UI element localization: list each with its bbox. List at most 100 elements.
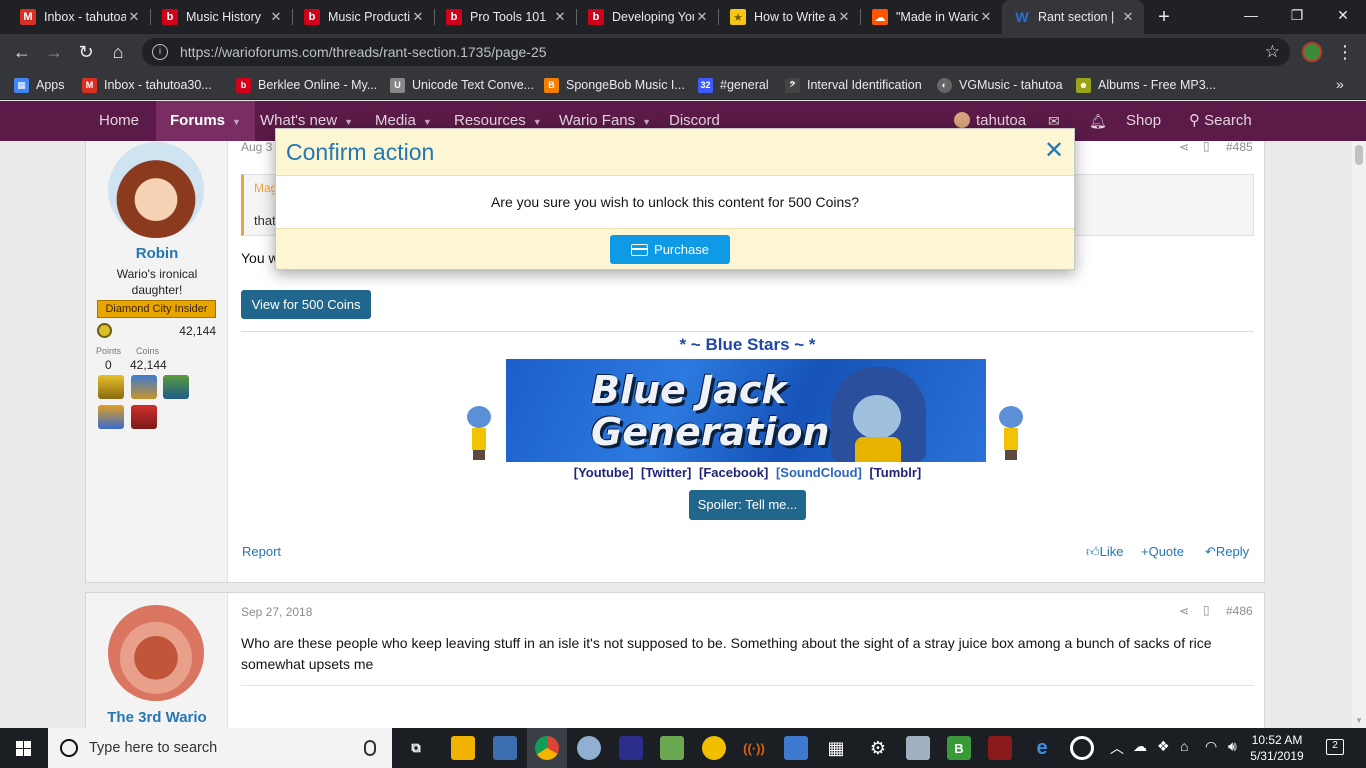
tray-chevron-up-icon[interactable]: ︿ [1110, 738, 1124, 758]
tab-close-icon[interactable]: ✕ [268, 9, 284, 25]
browser-tab-bar: M Inbox - tahutoa ✕ b Music History ✕ b … [0, 0, 1366, 34]
gmail-icon: M [82, 77, 97, 93]
paint-icon[interactable] [577, 736, 601, 760]
bass-clef-icon: 𝄢 [785, 77, 800, 93]
soundcloud-icon: ☁ [872, 9, 888, 25]
dropbox-icon[interactable]: ❖ [1157, 738, 1170, 755]
chrome-icon[interactable] [535, 736, 559, 760]
berklee-icon: b [588, 9, 604, 25]
tab-how-to-write[interactable]: ★ How to Write a ✕ [718, 0, 860, 34]
address-bar[interactable]: i https://warioforums.com/threads/rant-s… [142, 38, 1290, 66]
albums-icon: ☻ [1076, 77, 1091, 93]
berklee-icon: b [446, 9, 462, 25]
system-clock[interactable]: 10:52 AM 5/31/2019 [1245, 732, 1309, 764]
tab-made-in-wario[interactable]: ☁ "Made in Wario" ✕ [860, 0, 1002, 34]
notification-center-icon[interactable]: 2 [1326, 739, 1344, 755]
video-app-icon[interactable] [988, 736, 1012, 760]
reload-icon[interactable]: ↻ [74, 40, 98, 64]
purchase-button[interactable]: Purchase [610, 235, 730, 264]
evernote-icon[interactable] [660, 736, 684, 760]
photos-app-icon[interactable] [493, 736, 517, 760]
minimize-button[interactable]: — [1228, 0, 1274, 30]
tab-close-icon[interactable]: ✕ [978, 9, 994, 25]
browser-toolbar: ← → ↻ ⌂ i https://warioforums.com/thread… [0, 34, 1366, 70]
microphone-icon[interactable] [364, 740, 376, 756]
tab-music-history[interactable]: b Music History ✕ [150, 0, 292, 34]
tab-developing[interactable]: b Developing Your ✕ [576, 0, 718, 34]
url-text[interactable]: https://warioforums.com/threads/rant-sec… [180, 44, 1265, 60]
windows-taskbar: Type here to search ⧉ ((·)) ▦ ⚙ B e ︿ ☁ … [0, 728, 1366, 768]
confirm-action-dialog: Confirm action ✕ Are you sure you wish t… [275, 128, 1075, 270]
app-icon[interactable] [906, 736, 930, 760]
taskbar-search-box[interactable]: Type here to search [48, 728, 392, 768]
edge-icon[interactable]: e [1030, 736, 1054, 760]
close-window-button[interactable]: ✕ [1320, 0, 1366, 30]
windows-start-button[interactable] [0, 728, 48, 768]
site-info-icon[interactable]: i [152, 44, 168, 60]
apps-grid-icon: ▦ [14, 77, 29, 93]
tab-inbox[interactable]: M Inbox - tahutoa ✕ [8, 0, 150, 34]
berklee-icon: b [162, 9, 178, 25]
file-explorer-icon[interactable] [451, 736, 475, 760]
bookmark-apps[interactable]: ▦ Apps [14, 76, 65, 94]
bookmark-vgmusic[interactable]: ◐ VGMusic - tahutoa [937, 76, 1063, 94]
bookmark-berklee[interactable]: b Berklee Online - My... [236, 76, 377, 94]
tab-music-production[interactable]: b Music Production ✕ [292, 0, 434, 34]
app-icon[interactable] [1070, 736, 1094, 760]
tab-close-icon[interactable]: ✕ [694, 9, 710, 25]
app-icon[interactable] [702, 736, 726, 760]
close-icon[interactable]: ✕ [1044, 139, 1064, 163]
audio-app-icon[interactable]: ((·)) [742, 736, 766, 760]
berklee-icon: b [236, 77, 251, 93]
profile-avatar-icon[interactable] [1302, 42, 1322, 62]
tab-close-icon[interactable]: ✕ [126, 9, 142, 25]
app-icon[interactable] [619, 736, 643, 760]
tab-rant-section[interactable]: W Rant section | ✕ [1002, 0, 1144, 34]
dialog-title: Confirm action [286, 139, 435, 165]
dialog-footer: Purchase [276, 228, 1074, 269]
dialog-message: Are you sure you wish to unlock this con… [490, 194, 860, 210]
blogger-icon: B [544, 77, 559, 93]
bookmark-interval[interactable]: 𝄢 Interval Identification [785, 76, 922, 94]
new-tab-button[interactable]: + [1152, 5, 1176, 29]
search-placeholder: Type here to search [89, 740, 218, 756]
forward-arrow-icon[interactable]: → [42, 40, 66, 64]
tab-close-icon[interactable]: ✕ [552, 9, 568, 25]
tab-close-icon[interactable]: ✕ [1120, 9, 1136, 25]
calculator-icon[interactable]: ▦ [824, 736, 848, 760]
home-icon[interactable]: ⌂ [106, 40, 130, 64]
maximize-button[interactable]: ❐ [1274, 0, 1320, 30]
bookmark-spongebob[interactable]: B SpongeBob Music I... [544, 76, 685, 94]
cortana-icon [60, 739, 78, 757]
clock-date: 5/31/2019 [1250, 749, 1304, 763]
credit-card-icon [631, 243, 649, 256]
berklee-icon: b [304, 9, 320, 25]
tab-close-icon[interactable]: ✕ [410, 9, 426, 25]
calendar-icon: 32 [698, 77, 713, 93]
bookmark-general[interactable]: 32 #general [698, 76, 769, 94]
unicode-icon: U [390, 77, 405, 93]
bookmark-star-icon[interactable]: ☆ [1265, 42, 1280, 62]
clock-time: 10:52 AM [1251, 733, 1303, 747]
bookmarks-bar: ▦ Apps M Inbox - tahutoa30... b Berklee … [0, 70, 1366, 100]
onedrive-icon[interactable]: ☁ [1133, 738, 1147, 755]
warioforums-icon: W [1015, 9, 1029, 25]
settings-gear-icon[interactable]: ⚙ [866, 736, 890, 760]
bookmark-inbox[interactable]: M Inbox - tahutoa30... [82, 76, 212, 94]
vgmusic-icon: ◐ [937, 77, 952, 93]
bookmarks-overflow-icon[interactable]: » [1336, 76, 1344, 92]
volume-icon[interactable]: 🔊︎ [1228, 738, 1237, 755]
dialog-header: Confirm action ✕ [276, 129, 1074, 176]
bookmark-albums[interactable]: ☻ Albums - Free MP3... [1076, 76, 1216, 94]
app-icon[interactable] [784, 736, 808, 760]
tray-app-icon[interactable]: ⌂ [1180, 738, 1188, 754]
gmail-icon: M [20, 9, 36, 25]
menu-kebab-icon[interactable]: ⋮ [1336, 40, 1354, 64]
back-arrow-icon[interactable]: ← [10, 40, 34, 64]
tab-pro-tools[interactable]: b Pro Tools 101 ✕ [434, 0, 576, 34]
app-icon[interactable]: B [947, 736, 971, 760]
bookmark-unicode[interactable]: U Unicode Text Conve... [390, 76, 534, 94]
tab-close-icon[interactable]: ✕ [836, 9, 852, 25]
task-view-icon[interactable]: ⧉ [404, 736, 428, 760]
wifi-icon[interactable]: ◠ [1205, 738, 1217, 755]
